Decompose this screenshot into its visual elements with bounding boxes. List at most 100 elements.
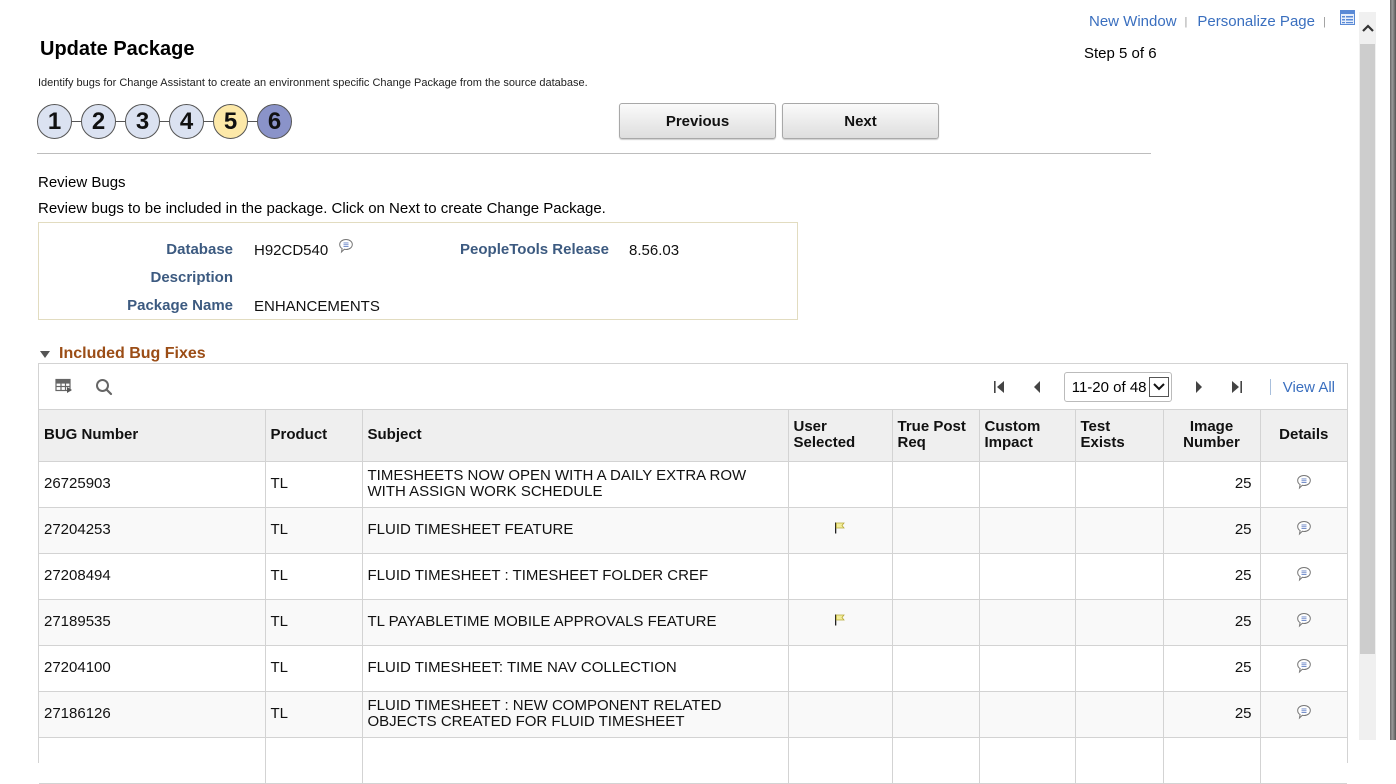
- scrollbar-thumb[interactable]: [1360, 44, 1375, 654]
- custom-impact-cell: [979, 599, 1076, 646]
- page-instructions: Identify bugs for Change Assistant to cr…: [38, 77, 588, 89]
- page-range-value: 11-20 of 48: [1071, 378, 1147, 396]
- vertical-scrollbar[interactable]: [1359, 12, 1376, 740]
- first-page-icon[interactable]: [992, 380, 1006, 394]
- product-cell: TL: [265, 553, 363, 600]
- step-4[interactable]: 4: [169, 104, 204, 139]
- image-number-cell: 25: [1163, 461, 1261, 508]
- table-row: 26725903 TL TIMESHEETS NOW OPEN WITH A DAI…: [39, 461, 1347, 508]
- bug-fixes-grid: 11-20 of 48 View All BUG Number Product: [38, 363, 1348, 784]
- new-window-link[interactable]: New Window: [1089, 13, 1177, 30]
- step-2[interactable]: 2: [81, 104, 116, 139]
- database-details-icon[interactable]: [338, 238, 354, 259]
- true-post-req-cell: [892, 461, 980, 508]
- pager: 11-20 of 48 View All: [992, 372, 1335, 402]
- subject-cell: [362, 737, 789, 784]
- product-cell: TL: [265, 599, 363, 646]
- subject-cell: FLUID TIMESHEET : TIMESHEET FOLDER CREF: [362, 553, 789, 600]
- details-icon[interactable]: [1296, 704, 1312, 724]
- search-icon[interactable]: [95, 378, 113, 401]
- review-bugs-description: Review bugs to be included in the packag…: [38, 200, 606, 217]
- product-cell: [265, 737, 363, 784]
- column-header-subject[interactable]: Subject: [362, 410, 789, 462]
- table-row: 27189535 TL TL PAYABLETIME MOBILE APPROVAL…: [39, 599, 1347, 646]
- test-exists-cell: [1075, 645, 1164, 692]
- scroll-up-arrow-icon[interactable]: [1359, 12, 1376, 44]
- collapse-triangle-icon: [40, 350, 50, 358]
- grid-toolbar: 11-20 of 48 View All: [39, 364, 1347, 410]
- custom-impact-cell: [979, 645, 1076, 692]
- step-5[interactable]: 5: [213, 104, 248, 139]
- page-range-select[interactable]: 11-20 of 48: [1063, 372, 1172, 402]
- bug-number-cell: 27189535: [39, 599, 266, 646]
- pipe-divider: [1269, 379, 1271, 395]
- details-cell: [1260, 737, 1347, 784]
- true-post-req-cell: [892, 737, 980, 784]
- view-all-link[interactable]: View All: [1283, 379, 1335, 396]
- review-bugs-title: Review Bugs: [38, 174, 126, 191]
- subject-cell: TL PAYABLETIME MOBILE APPROVALS FEATURE: [362, 599, 789, 646]
- column-header-product[interactable]: Product: [265, 410, 363, 462]
- bug-number-cell: 27208494: [39, 553, 266, 600]
- bug-number-cell: 27204253: [39, 507, 266, 554]
- column-header-custom-impact[interactable]: Custom Impact: [979, 410, 1076, 462]
- user-selected-cell: [788, 599, 893, 646]
- page-layout-icon[interactable]: [1339, 10, 1355, 29]
- database-label: Database: [166, 241, 233, 258]
- details-icon[interactable]: [1296, 658, 1312, 678]
- bug-number-cell: 27204100: [39, 645, 266, 692]
- test-exists-cell: [1075, 507, 1164, 554]
- previous-button[interactable]: Previous: [619, 103, 776, 139]
- column-header-image-number[interactable]: Image Number: [1163, 410, 1261, 462]
- details-cell: [1260, 507, 1347, 554]
- column-header-bug-number[interactable]: BUG Number: [39, 410, 266, 462]
- true-post-req-cell: [892, 553, 980, 600]
- bug-number-cell: [39, 737, 266, 784]
- true-post-req-cell: [892, 507, 980, 554]
- step-indicator: Step 5 of 6: [1084, 45, 1157, 62]
- details-icon[interactable]: [1296, 612, 1312, 632]
- table-row: 27208494 TL FLUID TIMESHEET : TIMESHEET FO…: [39, 553, 1347, 600]
- last-page-icon[interactable]: [1230, 380, 1244, 394]
- page-title: Update Package: [40, 38, 195, 60]
- previous-page-icon[interactable]: [1032, 380, 1042, 394]
- personalize-page-link[interactable]: Personalize Page: [1197, 13, 1315, 30]
- step-3[interactable]: 3: [125, 104, 160, 139]
- details-cell: [1260, 553, 1347, 600]
- description-label: Description: [150, 269, 233, 286]
- included-bug-fixes-toggle[interactable]: Included Bug Fixes: [40, 345, 206, 363]
- next-button[interactable]: Next: [782, 103, 939, 139]
- user-selected-cell: [788, 691, 893, 738]
- flag-icon: [834, 521, 846, 538]
- package-name-label: Package Name: [127, 297, 233, 314]
- details-icon[interactable]: [1296, 520, 1312, 540]
- subject-cell: FLUID TIMESHEET: TIME NAV COLLECTION: [362, 645, 789, 692]
- column-header-user-selected[interactable]: User Selected: [788, 410, 893, 462]
- separator: |: [1184, 15, 1188, 28]
- product-cell: TL: [265, 461, 363, 508]
- details-icon[interactable]: [1296, 474, 1312, 494]
- details-cell: [1260, 599, 1347, 646]
- next-page-icon[interactable]: [1194, 380, 1204, 394]
- step-connector: [116, 121, 125, 122]
- custom-impact-cell: [979, 553, 1076, 600]
- step-6[interactable]: 6: [257, 104, 292, 139]
- test-exists-cell: [1075, 599, 1164, 646]
- user-selected-cell: [788, 645, 893, 692]
- column-header-true-post-req[interactable]: True Post Req: [892, 410, 980, 462]
- table-row: 27204253 TL FLUID TIMESHEET FEATURE 25: [39, 507, 1347, 554]
- step-1[interactable]: 1: [37, 104, 72, 139]
- column-header-details: Details: [1260, 410, 1347, 462]
- details-icon[interactable]: [1296, 566, 1312, 586]
- step-connector: [248, 121, 257, 122]
- personalize-grid-icon[interactable]: [55, 378, 73, 399]
- column-header-test-exists[interactable]: Test Exists: [1075, 410, 1164, 462]
- package-info-box: Database H92CD540 PeopleTools Release 8.…: [38, 222, 798, 320]
- true-post-req-cell: [892, 691, 980, 738]
- user-selected-cell: [788, 507, 893, 554]
- product-cell: TL: [265, 507, 363, 554]
- bug-fixes-table: BUG Number Product Subject User Selected…: [39, 410, 1347, 784]
- custom-impact-cell: [979, 737, 1076, 784]
- user-selected-cell: [788, 737, 893, 784]
- table-header-row: BUG Number Product Subject User Selected…: [39, 410, 1347, 462]
